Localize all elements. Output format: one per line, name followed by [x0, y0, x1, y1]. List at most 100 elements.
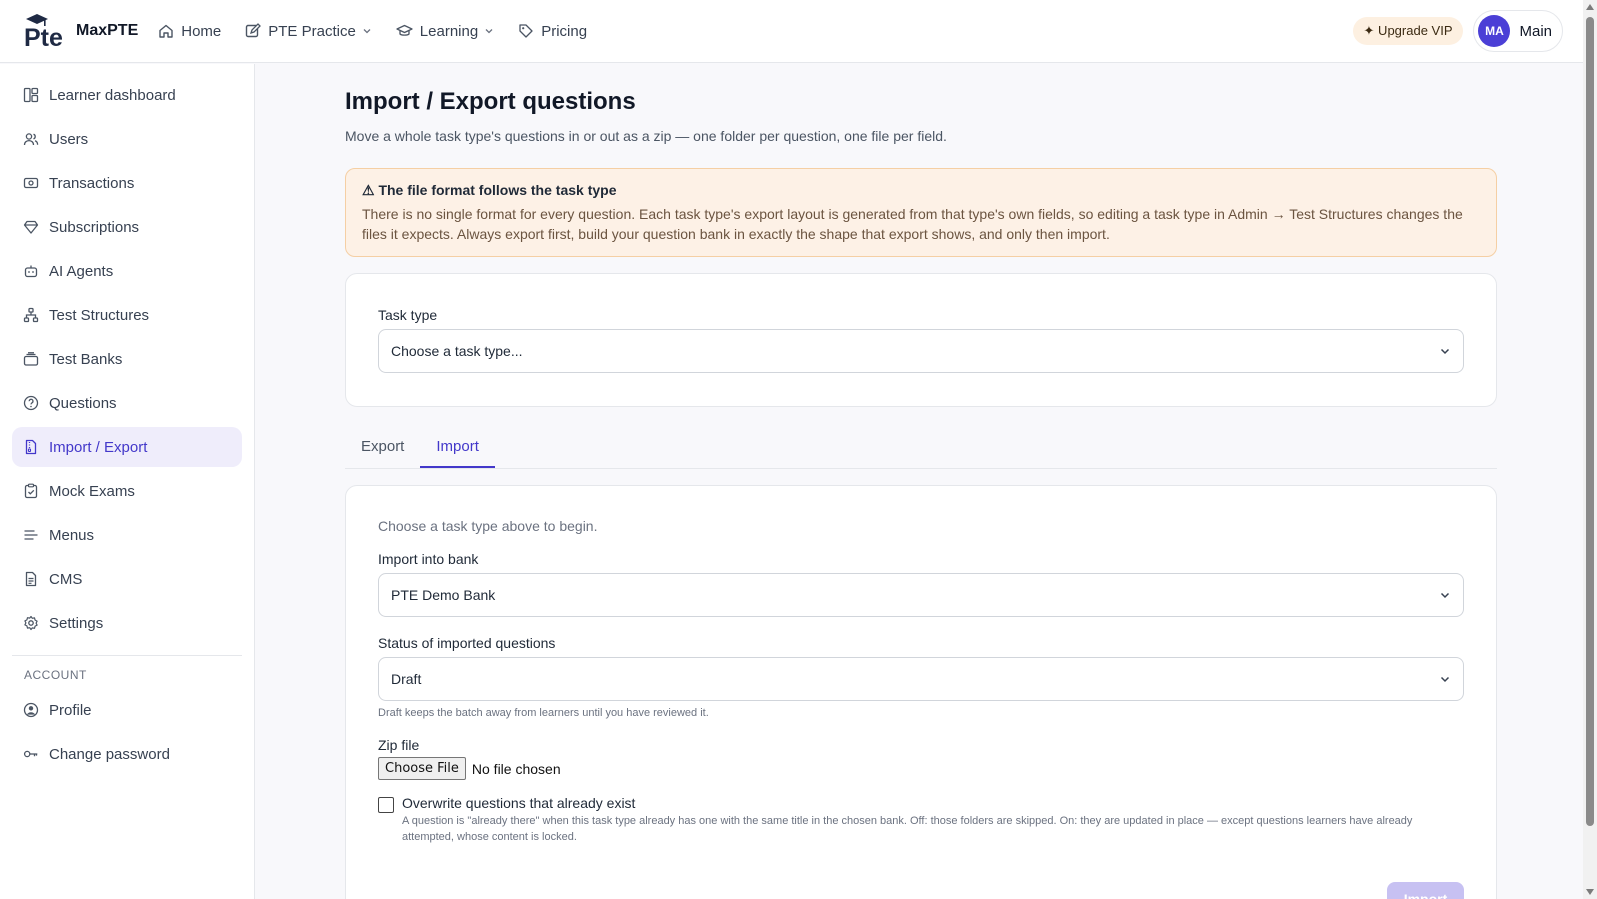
task-type-card: Task type Choose a task type... [345, 273, 1497, 407]
nav-label: PTE Practice [268, 22, 356, 40]
logo-mark: Pte [22, 13, 68, 52]
sidebar-item-transactions[interactable]: Transactions [12, 163, 242, 203]
sidebar-item-subscriptions[interactable]: Subscriptions [12, 207, 242, 247]
sidebar-item-users[interactable]: Users [12, 119, 242, 159]
nav-pte-practice[interactable]: PTE Practice [245, 23, 372, 40]
robot-icon [24, 265, 38, 278]
import-button[interactable]: Import [1387, 882, 1464, 899]
status-select[interactable]: Draft [378, 657, 1464, 701]
chevron-down-icon [1440, 676, 1450, 683]
sidebar-item-questions[interactable]: Questions [12, 383, 242, 423]
stack-icon [23, 352, 39, 366]
gear-icon [24, 615, 38, 631]
sidebar-item-menus[interactable]: Menus [12, 515, 242, 555]
alert-title: ⚠ The file format follows the task type [362, 182, 617, 198]
tag-icon [519, 24, 533, 38]
sidebar-item-label: Learner dashboard [49, 86, 176, 104]
status-value: Draft [391, 671, 422, 687]
key-icon [23, 750, 38, 758]
sidebar-item-label: Test Banks [49, 350, 123, 368]
sidebar-item-mock-exams[interactable]: Mock Exams [12, 471, 242, 511]
scroll-up-arrow-icon[interactable] [1586, 4, 1594, 10]
hierarchy-icon [23, 307, 39, 323]
export-import-tabs: Export Import [345, 426, 1497, 469]
sidebar-item-label: Questions [49, 394, 117, 412]
menu-icon [24, 530, 38, 540]
tab-export[interactable]: Export [345, 426, 420, 468]
document-icon [25, 571, 37, 587]
help-circle-icon [23, 395, 39, 411]
sidebar-item-label: Settings [49, 614, 104, 632]
nav-label: Pricing [541, 22, 588, 40]
bank-label: Import into bank [378, 551, 479, 567]
sidebar-item-profile[interactable]: Profile [12, 690, 242, 730]
nav-learning[interactable]: Learning [396, 23, 494, 40]
overwrite-option: Overwrite questions that already exist A… [378, 795, 1464, 845]
sidebar-item-learner-dashboard[interactable]: Learner dashboard [12, 75, 242, 115]
app-name: MaxPTE [76, 22, 139, 39]
file-zip-icon [25, 439, 37, 455]
edit-icon [246, 23, 262, 38]
sidebar-item-test-structures[interactable]: Test Structures [12, 295, 242, 335]
nav-label: Home [181, 22, 222, 40]
choose-file-button[interactable]: Choose File [378, 757, 466, 780]
sidebar-item-import-export[interactable]: Import / Export [12, 427, 242, 467]
page-title: Import / Export questions [345, 88, 636, 115]
scroll-down-arrow-icon[interactable] [1586, 889, 1594, 895]
tab-import[interactable]: Import [420, 426, 495, 468]
scrollbar-thumb[interactable] [1586, 17, 1594, 826]
sidebar-item-settings[interactable]: Settings [12, 603, 242, 643]
task-type-value: Choose a task type... [391, 343, 523, 359]
graduation-cap-logo-icon: Pte [24, 14, 63, 52]
sidebar-item-label: Transactions [49, 174, 135, 192]
upgrade-vip-button[interactable]: ✦ Upgrade VIP [1352, 17, 1464, 45]
top-right-controls: ✦ Upgrade VIP MA Main [1352, 10, 1563, 52]
sidebar-item-label: Test Structures [49, 306, 150, 324]
user-name: Main [1519, 22, 1552, 40]
cash-icon [23, 177, 39, 189]
sidebar-item-label: CMS [49, 570, 83, 588]
sidebar: Learner dashboard Users Transactions Sub… [0, 64, 255, 899]
status-help-text: Draft keeps the batch away from learners… [378, 707, 709, 719]
zip-file-input: Choose File No file chosen [378, 757, 1464, 780]
dashboard-icon [23, 87, 39, 103]
chevron-down-icon [485, 29, 493, 34]
format-warning-alert: ⚠ The file format follows the task type … [345, 168, 1497, 257]
nav-pricing[interactable]: Pricing [518, 23, 587, 40]
sidebar-item-label: Mock Exams [49, 482, 135, 500]
app-logo[interactable]: Pte MaxPTE [22, 13, 139, 52]
sidebar-item-change-password[interactable]: Change password [12, 734, 242, 774]
sidebar-item-label: Users [49, 130, 89, 148]
home-icon [159, 24, 173, 38]
sidebar-section-account: ACCOUNT [24, 668, 87, 682]
avatar: MA [1478, 15, 1511, 47]
user-circle-icon [23, 702, 39, 718]
import-form-card: Choose a task type above to begin. Impor… [345, 485, 1497, 899]
overwrite-label[interactable]: Overwrite questions that already exist [402, 795, 1464, 811]
zip-file-label: Zip file [378, 737, 420, 753]
user-menu[interactable]: MA Main [1473, 10, 1563, 52]
sidebar-item-label: AI Agents [49, 262, 114, 280]
diamond-icon [23, 220, 39, 234]
main-nav: Home PTE Practice Learning Pricing [158, 23, 611, 40]
task-type-select[interactable]: Choose a task type... [378, 329, 1464, 373]
top-navigation-bar: Pte MaxPTE Home PTE Practice Learning Pr… [0, 0, 1583, 63]
sidebar-item-label: Import / Export [49, 438, 148, 456]
sidebar-item-label: Change password [49, 745, 170, 763]
sidebar-item-ai-agents[interactable]: AI Agents [12, 251, 242, 291]
bank-value: PTE Demo Bank [391, 587, 496, 603]
sidebar-item-cms[interactable]: CMS [12, 559, 242, 599]
task-type-hint: Choose a task type above to begin. [378, 518, 598, 534]
sidebar-item-label: Subscriptions [49, 218, 140, 236]
nav-home[interactable]: Home [158, 23, 221, 40]
overwrite-text: Overwrite questions that already exist A… [402, 795, 1464, 845]
sidebar-item-test-banks[interactable]: Test Banks [12, 339, 242, 379]
users-icon [23, 133, 39, 146]
bank-select[interactable]: PTE Demo Bank [378, 573, 1464, 617]
overwrite-checkbox[interactable] [378, 797, 394, 813]
task-type-label: Task type [378, 307, 438, 323]
page-subtitle: Move a whole task type's questions in or… [345, 128, 947, 144]
svg-text:Pte: Pte [24, 24, 63, 49]
chevron-down-icon [363, 29, 371, 34]
page-scrollbar[interactable] [1583, 0, 1597, 899]
